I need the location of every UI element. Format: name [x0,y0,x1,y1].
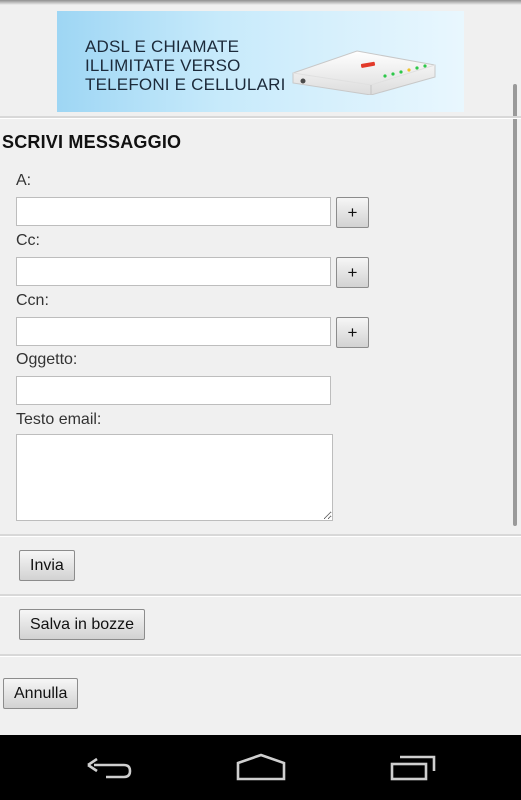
home-icon[interactable] [234,753,288,783]
cancel-button[interactable]: Annulla [3,678,79,709]
bcc-input[interactable] [16,317,331,346]
send-button[interactable]: Invia [19,550,75,581]
save-draft-button[interactable]: Salva in bozze [19,609,146,640]
router-image [292,50,436,95]
ad-banner[interactable]: ADSL E CHIAMATE ILLIMITATE VERSO TELEFON… [57,11,464,112]
body-label: Testo email: [16,411,102,428]
divider [0,534,521,537]
cc-label: Cc: [16,232,40,249]
to-input[interactable] [16,197,331,226]
subject-input[interactable] [16,376,331,405]
scrollbar[interactable] [513,84,517,526]
add-recipient-to-button[interactable]: + [336,197,369,228]
subject-label: Oggetto: [16,351,78,368]
divider [0,654,521,657]
system-nav-bar [0,735,521,800]
status-shadow [0,0,521,5]
to-label: A: [16,172,32,189]
divider [0,594,521,597]
back-icon[interactable] [84,753,134,783]
cc-input[interactable] [16,257,331,286]
ad-banner-line-2: ILLIMITATE VERSO [85,56,241,75]
add-recipient-bcc-button[interactable]: + [336,317,369,348]
ad-banner-line-3: TELEFONI E CELLULARI [85,75,286,94]
body-textarea[interactable] [16,434,333,521]
ad-banner-line-1: ADSL E CHIAMATE [85,37,240,56]
add-recipient-cc-button[interactable]: + [336,257,369,288]
page-title: SCRIVI MESSAGGIO [2,132,182,152]
divider [0,116,521,119]
recent-apps-icon[interactable] [388,753,438,783]
bcc-label: Ccn: [16,292,49,309]
